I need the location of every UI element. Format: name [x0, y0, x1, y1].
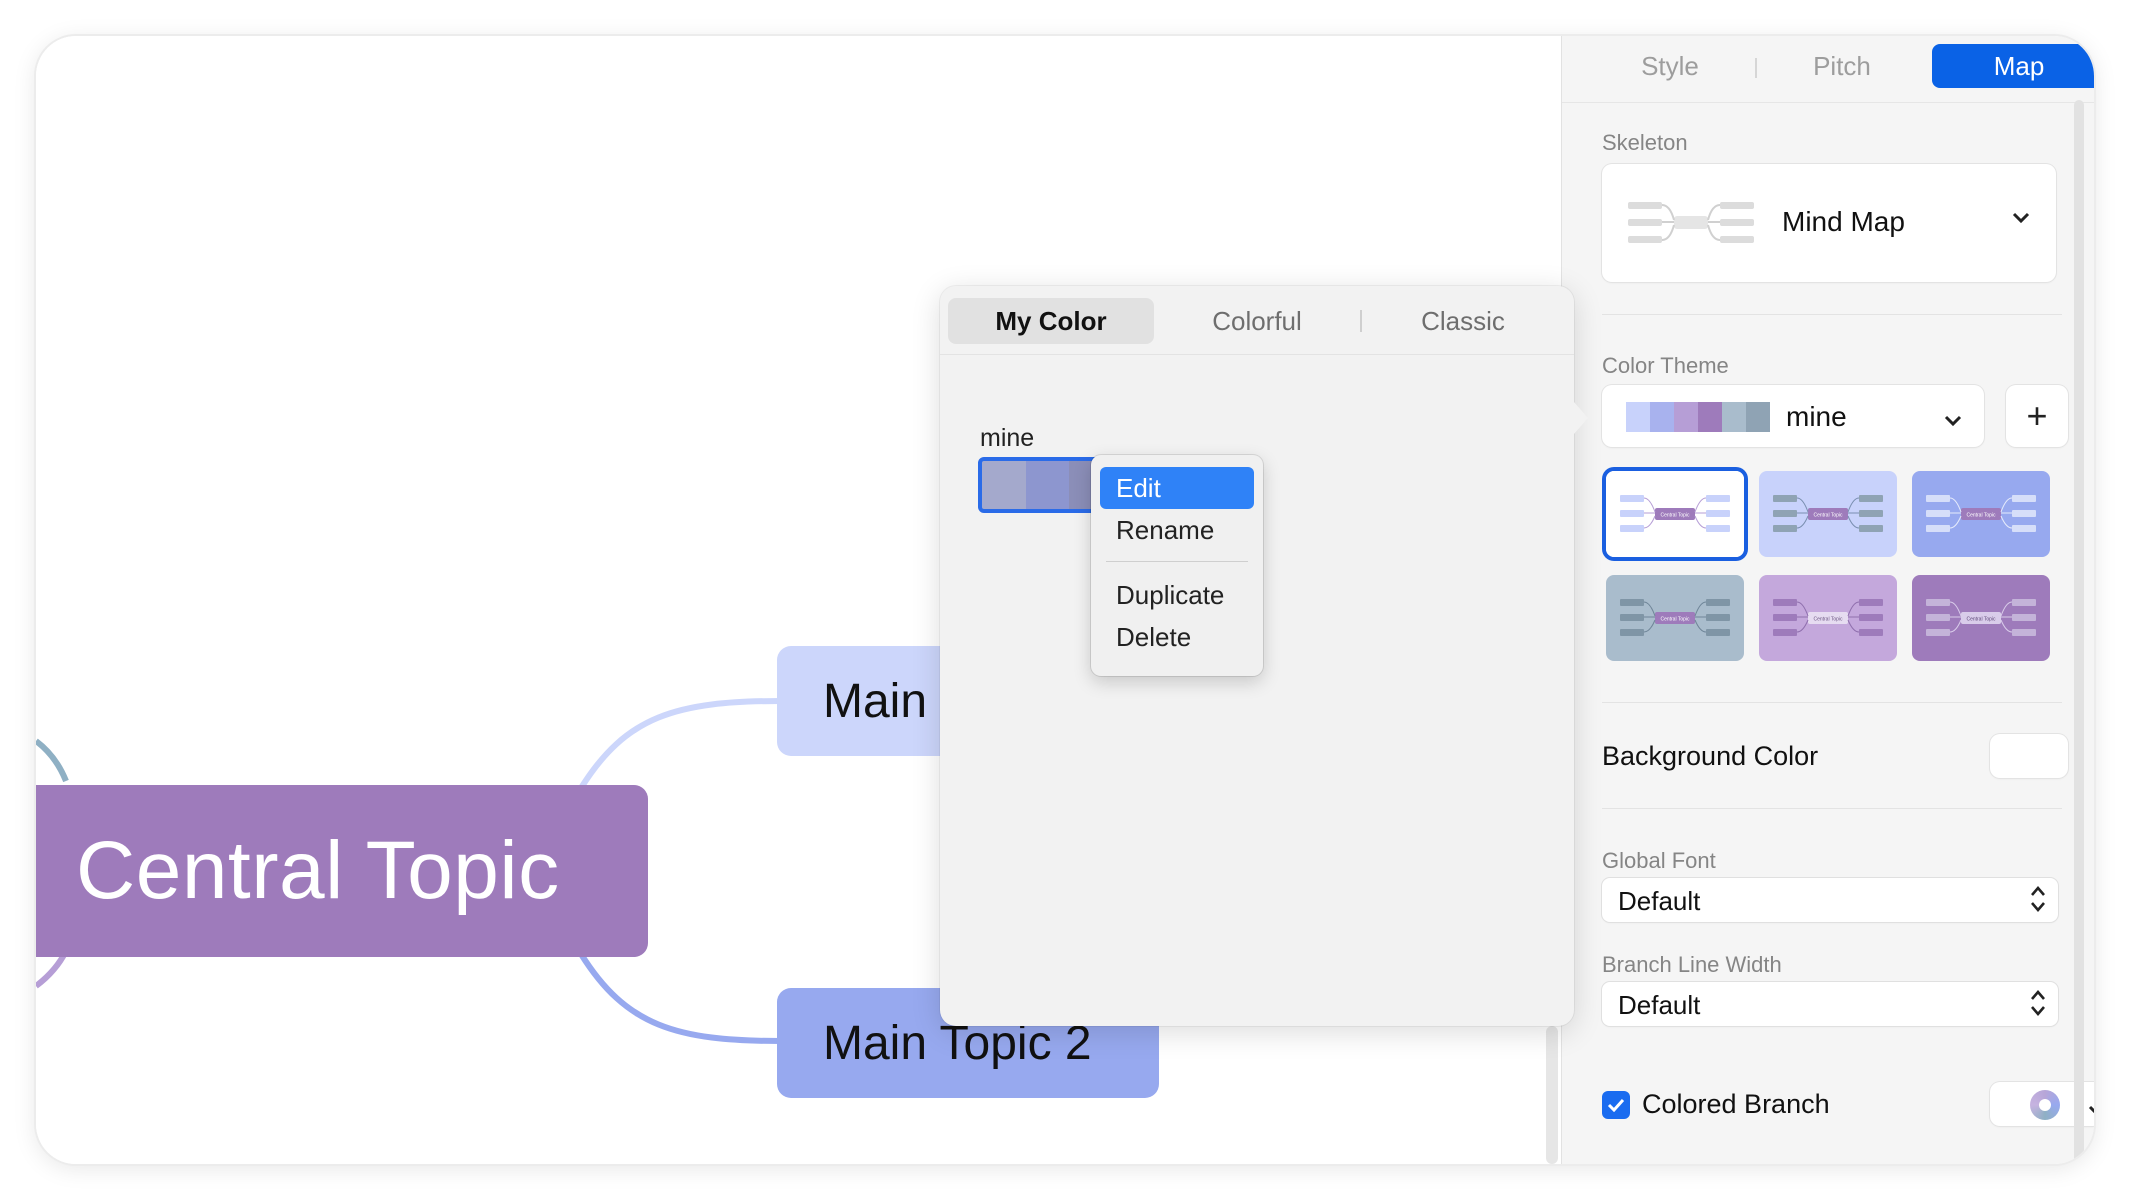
- tab-map[interactable]: Map: [1932, 44, 2094, 88]
- app-window: Central Topic Main Main Topic 2 Style Pi…: [36, 36, 2094, 1164]
- background-color-label: Background Color: [1602, 741, 1819, 771]
- central-topic-mini-label: Central Topic: [1966, 617, 1996, 623]
- theme-preview: Central Topic: [1912, 575, 2050, 661]
- central-topic-mini-label: Central Topic: [1966, 513, 1996, 519]
- colored-branch-row: Colored Branch: [1602, 1089, 1830, 1120]
- theme-thumbnail-4[interactable]: Central Topic: [1606, 575, 1744, 661]
- color-ring-icon: [2030, 1090, 2060, 1120]
- skeleton-select[interactable]: Mind Map: [1602, 164, 2056, 282]
- theme-preview: Central Topic: [1606, 575, 1744, 661]
- skeleton-value: Mind Map: [1782, 206, 1905, 237]
- theme-thumbnail-5[interactable]: Central Topic: [1759, 575, 1897, 661]
- branch-line-width-select[interactable]: Default: [1602, 982, 2058, 1026]
- color-theme-strip: [1626, 402, 1770, 432]
- color-theme-select[interactable]: mine: [1602, 385, 1984, 447]
- plus-icon: +: [2026, 395, 2048, 436]
- tab-style[interactable]: Style: [1590, 44, 1750, 88]
- colored-branch-checkbox[interactable]: [1602, 1090, 1630, 1119]
- section-divider: [1602, 702, 2062, 703]
- tab-separator: [1360, 310, 1362, 332]
- colored-branch-label: Colored Branch: [1642, 1089, 1830, 1119]
- theme-thumbnail-2[interactable]: Central Topic: [1759, 471, 1897, 557]
- central-topic-mini-label: Central Topic: [1813, 513, 1843, 519]
- canvas-scrollbar[interactable]: [1546, 1026, 1558, 1164]
- global-font-label: Global Font: [1602, 848, 1716, 873]
- global-font-select[interactable]: Default: [1602, 878, 2058, 922]
- theme-thumbnail-3[interactable]: Central Topic: [1912, 471, 2050, 557]
- popover-divider: [940, 354, 1574, 355]
- theme-preview: Central Topic: [1912, 471, 2050, 557]
- menu-item-delete[interactable]: Delete: [1100, 616, 1254, 658]
- menu-item-edit[interactable]: Edit: [1100, 467, 1254, 509]
- theme-thumbnail-1[interactable]: Central Topic: [1606, 471, 1744, 557]
- chevron-down-icon: [2088, 1097, 2094, 1123]
- central-topic-mini-label: Central Topic: [1813, 617, 1843, 623]
- central-topic-mini-label: Central Topic: [1660, 513, 1690, 519]
- add-theme-button[interactable]: +: [2006, 385, 2068, 447]
- chevron-down-icon: [2012, 204, 2030, 230]
- sidebar-scrollbar[interactable]: [2074, 100, 2084, 1164]
- popover-tabs: My Color Colorful Classic: [948, 298, 1566, 344]
- color-theme-label: Color Theme: [1602, 353, 1729, 378]
- checkmark-icon: [1607, 1098, 1625, 1112]
- sidebar-tabs: Style Pitch Map: [1590, 44, 2094, 88]
- color-theme-value: mine: [1786, 401, 1847, 432]
- branch-line-width-label: Branch Line Width: [1602, 952, 1782, 977]
- central-topic-node[interactable]: Central Topic: [36, 785, 648, 957]
- mind-map-skeleton-icon: [1628, 202, 1754, 243]
- menu-item-rename[interactable]: Rename: [1100, 509, 1254, 551]
- menu-separator: [1106, 561, 1248, 562]
- theme-preview: Central Topic: [1606, 471, 1744, 557]
- chevron-down-icon: [1944, 407, 1962, 433]
- theme-preview: Central Topic: [1759, 471, 1897, 557]
- global-font-value: Default: [1618, 886, 1701, 916]
- menu-item-duplicate[interactable]: Duplicate: [1100, 574, 1254, 616]
- section-divider: [1602, 808, 2062, 809]
- tab-colorful[interactable]: Colorful: [1154, 298, 1360, 344]
- section-divider: [1602, 314, 2062, 315]
- theme-context-menu: Edit Rename Duplicate Delete: [1091, 455, 1263, 676]
- tab-my-color[interactable]: My Color: [948, 298, 1154, 344]
- theme-preview: Central Topic: [1759, 575, 1897, 661]
- tab-separator: [1755, 58, 1757, 78]
- format-sidebar: Style Pitch Map Skeleton Mind Map Color …: [1561, 36, 2094, 1164]
- tab-pitch[interactable]: Pitch: [1762, 44, 1922, 88]
- central-topic-mini-label: Central Topic: [1660, 617, 1690, 623]
- sidebar-header-divider: [1562, 102, 2094, 103]
- updown-chevron-icon: [2030, 987, 2046, 1023]
- theme-thumbnail-6[interactable]: Central Topic: [1912, 575, 2050, 661]
- branch-line-width-value: Default: [1618, 990, 1701, 1020]
- skeleton-label: Skeleton: [1602, 130, 1688, 155]
- my-theme-name: mine: [980, 424, 1035, 452]
- updown-chevron-icon: [2030, 883, 2046, 919]
- tab-classic[interactable]: Classic: [1360, 298, 1566, 344]
- background-color-swatch[interactable]: [1990, 734, 2068, 778]
